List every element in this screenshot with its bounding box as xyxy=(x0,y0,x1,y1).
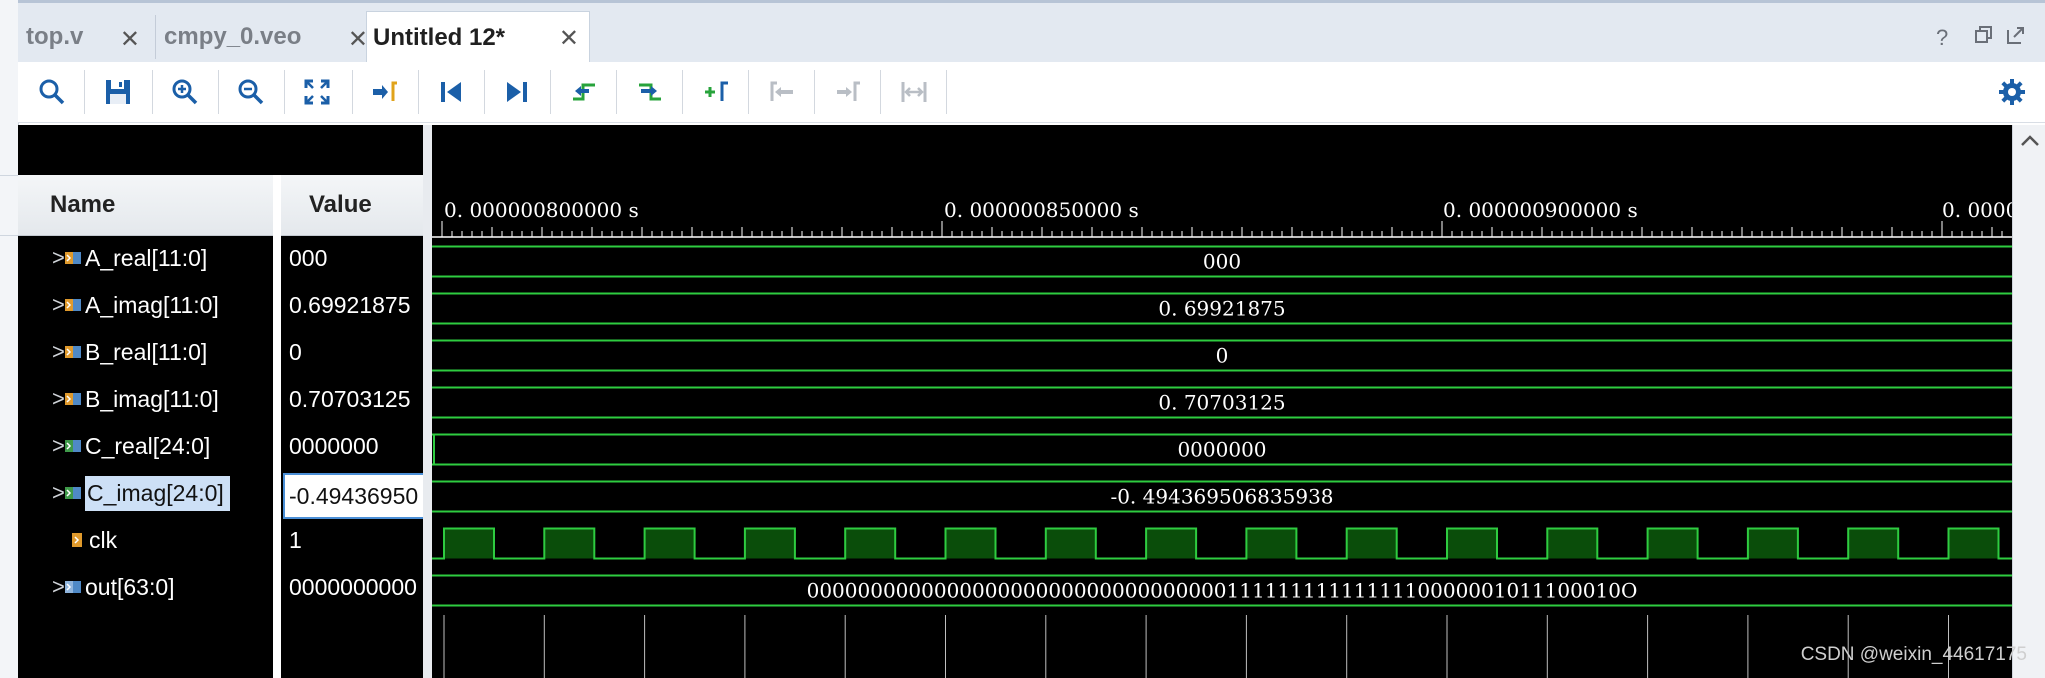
tab-cmpy-0-veo[interactable]: cmpy_0.veo ✕ xyxy=(158,13,378,61)
bus-value-label: 0000000 xyxy=(1177,438,1266,462)
go-to-time-zero-icon[interactable] xyxy=(431,72,471,112)
help-icon[interactable]: ? xyxy=(1936,25,1948,51)
waveform-canvas[interactable]: 0. 000000800000 s 0. 000000850000 s 0. 000… xyxy=(432,125,2012,678)
waveform-rows: 000 0. 69921875 0 0. 70703125 0000000 -0. 494… xyxy=(432,245,2012,678)
timeline-label: 0. 000000850000 s xyxy=(944,198,1139,222)
clock-high-pulse xyxy=(1547,528,1598,559)
popout-icon[interactable] xyxy=(2006,25,2026,51)
close-icon[interactable]: ✕ xyxy=(348,25,368,54)
clock-high-pulse xyxy=(544,528,595,559)
bus-signal-icon xyxy=(65,393,81,405)
bus-value-label: 0. 70703125 xyxy=(1158,391,1285,415)
value-cell[interactable]: 0 xyxy=(281,330,423,374)
bus-signal-icon xyxy=(65,299,81,311)
bus-value-label: 0. 69921875 xyxy=(1158,297,1285,321)
value-cell[interactable]: 1 xyxy=(281,518,423,562)
clock-high-pulse xyxy=(1848,528,1899,559)
restore-icon[interactable] xyxy=(1974,25,1994,51)
clock-high-pulse xyxy=(1647,528,1698,559)
next-transition-icon[interactable] xyxy=(630,72,670,112)
bus-signal-icon xyxy=(65,252,81,264)
tab-label: cmpy_0.veo xyxy=(164,23,302,50)
bus-value-label: 0 xyxy=(1216,344,1229,368)
expand-chevron-icon[interactable]: > xyxy=(52,245,65,271)
tab-label: Untitled 12* xyxy=(373,23,506,51)
clock-high-pulse xyxy=(1146,528,1197,559)
signal-name-list: > A_real[11:0] > A_imag[11:0] > B_real[1… xyxy=(18,236,273,678)
timeline-label: 0. 00000 xyxy=(1942,198,2012,222)
signal-value-list: 000 0.69921875 0 0.70703125 0000000 -0.4… xyxy=(281,236,423,678)
tab-top-v[interactable]: top.v ✕ xyxy=(20,13,150,61)
clock-high-pulse xyxy=(1246,528,1297,559)
clock-high-pulse xyxy=(1948,528,1999,559)
bus-value-label: 000 xyxy=(1203,250,1241,274)
tab-label: top.v xyxy=(26,23,84,50)
clock-high-pulse xyxy=(644,528,695,559)
clock-high-pulse xyxy=(945,528,996,559)
expand-chevron-icon[interactable]: > xyxy=(52,574,65,600)
clock-high-pulse xyxy=(1447,528,1497,559)
scope-header-area xyxy=(18,125,423,175)
close-icon[interactable]: ✕ xyxy=(559,24,579,53)
clock-high-pulse xyxy=(1045,528,1096,559)
previous-marker-icon[interactable] xyxy=(762,72,802,112)
clock-high-pulse xyxy=(845,528,896,559)
watermark: CSDN @weixin_44617175 xyxy=(1800,644,2027,665)
bus-signal-icon xyxy=(65,581,81,593)
settings-icon[interactable] xyxy=(1992,72,2032,112)
go-to-cursor-icon[interactable] xyxy=(365,72,405,112)
zoom-fit-icon[interactable] xyxy=(297,72,337,112)
go-to-last-time-icon[interactable] xyxy=(497,72,537,112)
save-icon[interactable] xyxy=(98,72,138,112)
scroll-up-icon[interactable] xyxy=(2013,125,2045,155)
panel-splitter[interactable] xyxy=(423,125,432,678)
expand-chevron-icon[interactable]: > xyxy=(52,480,65,506)
clock-high-pulse xyxy=(744,528,795,559)
timeline-label: 0. 000000800000 s xyxy=(444,198,639,222)
zoom-in-icon[interactable] xyxy=(165,72,205,112)
expand-chevron-icon[interactable]: > xyxy=(52,433,65,459)
next-marker-icon[interactable] xyxy=(828,72,868,112)
clock-high-pulse xyxy=(1747,528,1798,559)
timeline-label: 0. 000000900000 s xyxy=(1443,198,1638,222)
waveform-svg: 0. 000000800000 s 0. 000000850000 s 0. 000… xyxy=(432,198,2012,678)
value-cell[interactable]: 000 xyxy=(281,236,423,280)
expand-chevron-icon[interactable]: > xyxy=(52,386,65,412)
add-marker-icon[interactable] xyxy=(696,72,736,112)
expand-chevron-icon[interactable]: > xyxy=(52,339,65,365)
name-column-header[interactable]: Name xyxy=(18,175,273,236)
value-cell[interactable]: 0000000 xyxy=(281,424,423,468)
zoom-out-icon[interactable] xyxy=(231,72,271,112)
bus-signal-icon xyxy=(65,346,81,358)
timeline-ruler: 0. 000000800000 s 0. 000000850000 s 0. 000… xyxy=(432,198,2012,238)
close-icon[interactable]: ✕ xyxy=(120,25,140,54)
value-cell-selected[interactable]: -0.49436950 xyxy=(283,473,423,519)
value-cell[interactable]: 0.70703125 xyxy=(281,377,423,421)
tab-bar: top.v ✕ cmpy_0.veo ✕ Untitled 12* ✕ ? xyxy=(18,0,2045,63)
bus-signal-icon xyxy=(65,440,81,452)
clock-high-pulse xyxy=(444,528,494,559)
wire-signal-icon xyxy=(72,533,82,547)
vertical-scrollbar[interactable] xyxy=(2012,125,2045,678)
previous-transition-icon[interactable] xyxy=(564,72,604,112)
search-icon[interactable] xyxy=(32,72,72,112)
clock-high-pulse xyxy=(1346,528,1397,559)
left-gutter xyxy=(0,0,19,678)
waveform-toolbar xyxy=(18,62,2045,123)
bus-signal-icon xyxy=(65,487,81,499)
swap-cursors-icon[interactable] xyxy=(894,72,934,112)
expand-chevron-icon[interactable]: > xyxy=(52,292,65,318)
value-column-header[interactable]: Value xyxy=(281,175,423,236)
column-divider[interactable] xyxy=(273,175,281,678)
value-cell[interactable]: 0.69921875 xyxy=(281,283,423,327)
bus-value-label: -0. 494369506835938 xyxy=(1110,485,1333,509)
bus-value-label: 0000000000000000000000000000000001111111… xyxy=(807,579,1638,603)
tab-untitled-12[interactable]: Untitled 12* ✕ xyxy=(366,11,590,63)
value-cell[interactable]: 0000000000 xyxy=(281,565,423,609)
